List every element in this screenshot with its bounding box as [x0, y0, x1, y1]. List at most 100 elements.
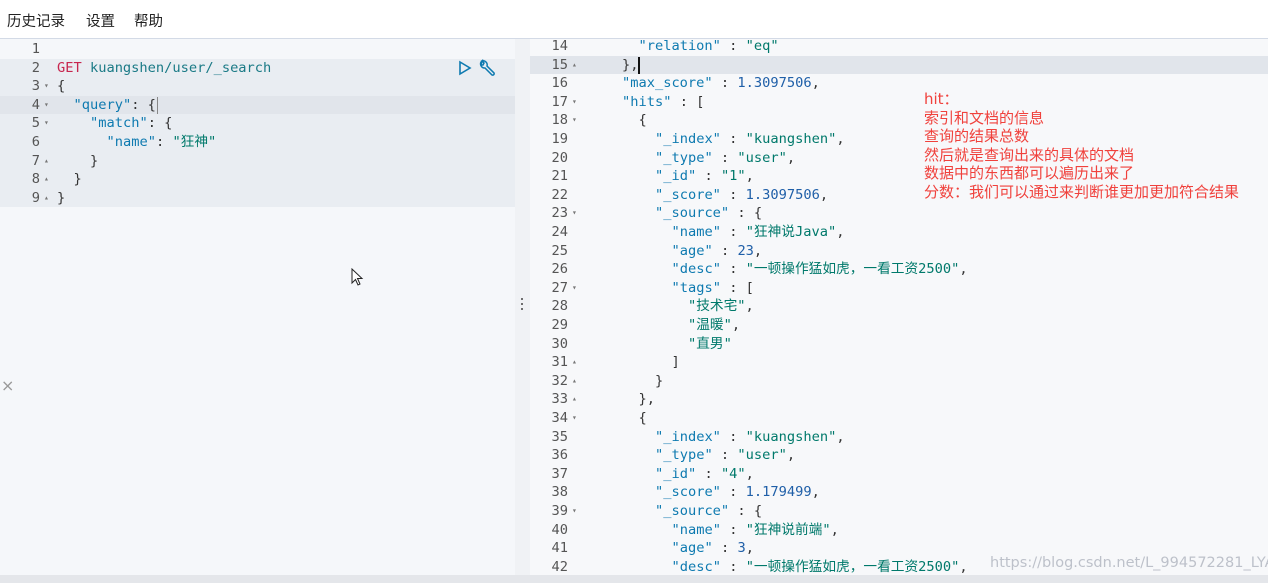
fold-close-icon[interactable]: ▴ — [44, 152, 49, 171]
fold-open-icon[interactable]: ▾ — [572, 502, 577, 521]
line-number: 14 — [551, 39, 568, 54]
line-number: 8 — [31, 171, 40, 188]
code-token: : [ — [720, 279, 754, 296]
annotation-line: 查询的结果总数 — [924, 127, 1030, 146]
code-line[interactable]: 38 "_score" : 1.179499, — [530, 483, 1268, 502]
text-caret — [638, 56, 640, 74]
code-line[interactable]: 14 "relation" : "eq" — [530, 39, 1268, 56]
code-line[interactable]: 28 "技术宅", — [530, 297, 1268, 316]
code-line[interactable]: 26 "desc" : "一顿操作猛如虎，一看工资2500", — [530, 260, 1268, 279]
code-line[interactable]: 36 "_type" : "user", — [530, 446, 1268, 465]
fold-open-icon[interactable]: ▾ — [44, 96, 49, 115]
fold-close-icon[interactable]: ▴ — [44, 170, 49, 189]
fold-close-icon[interactable]: ▴ — [572, 353, 577, 372]
code-text: "age" : 3, — [672, 539, 754, 558]
code-token: "age" — [671, 540, 713, 557]
code-token: : — [720, 224, 746, 240]
code-token: , — [959, 558, 968, 575]
menu-help[interactable]: 帮助 — [134, 10, 163, 31]
code-line[interactable]: 39 ▾ "_source" : { — [530, 502, 1268, 521]
code-line[interactable]: 30 "直男" — [530, 335, 1268, 354]
menu-history[interactable]: 历史记录 — [7, 10, 65, 31]
code-line[interactable]: 34 ▾ { — [530, 409, 1268, 428]
menu-bar: 历史记录 设置 帮助 — [0, 0, 1268, 39]
code-text: }, — [622, 56, 638, 75]
fold-open-icon[interactable]: ▾ — [44, 114, 49, 133]
code-text: "_id" : "4", — [655, 465, 754, 484]
line-number: 19 — [551, 131, 568, 147]
fold-close-icon[interactable]: ▴ — [572, 390, 577, 409]
close-icon[interactable]: × — [1, 376, 14, 395]
code-line[interactable]: 25 "age" : 23, — [530, 242, 1268, 261]
code-token: "name" — [671, 224, 721, 240]
code-line[interactable]: 5 ▾ "match": { — [0, 114, 515, 133]
line-number: 1 — [31, 41, 40, 57]
line-number: 42 — [551, 558, 568, 575]
annotation-line: hit： — [924, 90, 959, 108]
code-line[interactable]: 9 ▴} — [0, 188, 515, 208]
code-line[interactable]: 37 "_id" : "4", — [530, 465, 1268, 484]
code-token: : — [712, 242, 738, 259]
wrench-icon[interactable] — [478, 58, 498, 78]
fold-open-icon[interactable]: ▾ — [572, 409, 577, 428]
fold-close-icon[interactable]: ▴ — [572, 372, 577, 391]
code-text: } — [74, 170, 82, 189]
code-token: , — [959, 261, 968, 278]
fold-close-icon[interactable]: ▴ — [572, 56, 577, 75]
fold-open-icon[interactable]: ▾ — [44, 77, 49, 96]
code-line[interactable]: 35 "_index" : "kuangshen", — [530, 428, 1268, 447]
code-line[interactable]: 27 ▾ "tags" : [ — [530, 279, 1268, 298]
code-token: , — [811, 75, 820, 92]
code-line[interactable]: 32 ▴} — [530, 372, 1268, 391]
code-token: : — [155, 134, 173, 150]
line-number: 18 — [551, 112, 568, 129]
code-line[interactable]: 6 "name": "狂神" — [0, 133, 515, 152]
code-line[interactable]: 4 ▾ "query": { — [0, 95, 515, 115]
code-line[interactable]: 29 "温暖", — [530, 316, 1268, 335]
code-token: "desc" — [671, 261, 721, 278]
line-number: 24 — [551, 224, 568, 240]
code-text: "desc" : "一顿操作猛如虎，一看工资2500", — [672, 558, 968, 575]
line-number: 16 — [551, 75, 568, 92]
watermark: https://blog.csdn.net/L_994572281_LYA — [990, 555, 1268, 571]
code-token: "max_score" — [622, 75, 713, 92]
code-text: "_score" : 1.179499, — [655, 483, 820, 502]
line-number: 15 — [551, 56, 568, 73]
line-number: 25 — [551, 242, 568, 259]
code-line[interactable]: 7 ▴} — [0, 151, 515, 171]
request-editor[interactable]: 1 2 GET kuangshen/user/_search 3 ▾{4 ▾ "query"… — [0, 39, 515, 575]
code-text: "relation" : "eq" — [639, 39, 779, 56]
code-line[interactable]: 15 ▴}, — [530, 55, 1268, 75]
code-token: : { — [147, 115, 173, 132]
code-token: , — [811, 484, 820, 501]
code-token: : { — [131, 96, 156, 113]
code-line[interactable]: 33 ▴}, — [530, 390, 1268, 409]
fold-open-icon[interactable]: ▾ — [572, 204, 577, 223]
code-text: "技术宅", — [688, 297, 754, 316]
code-line[interactable]: 31 ▴] — [530, 353, 1268, 372]
menu-settings[interactable]: 设置 — [86, 10, 115, 31]
pane-resizer[interactable] — [515, 39, 530, 575]
code-line[interactable]: 8 ▴} — [0, 170, 515, 189]
code-text: "match": { — [90, 114, 172, 133]
code-token: "desc" — [671, 558, 721, 575]
code-text: { — [639, 111, 647, 130]
line-number: 35 — [551, 428, 568, 445]
code-text: "max_score" : 1.3097506, — [622, 74, 820, 93]
fold-open-icon[interactable]: ▾ — [572, 111, 577, 130]
line-number: 9 — [31, 189, 40, 206]
fold-close-icon[interactable]: ▴ — [44, 189, 49, 208]
code-text: } — [655, 372, 663, 391]
code-line[interactable]: 23 ▾ "_source" : { — [530, 204, 1268, 223]
code-line[interactable]: 1 — [0, 40, 515, 59]
code-token: : — [720, 484, 746, 501]
code-token: : — [720, 131, 746, 147]
fold-open-icon[interactable]: ▾ — [572, 93, 577, 112]
play-icon[interactable] — [458, 60, 472, 76]
code-line[interactable]: 40 "name" : "狂神说前端", — [530, 521, 1268, 540]
code-line[interactable]: 3 ▾ { — [0, 77, 515, 96]
code-token: : — [720, 558, 746, 575]
fold-open-icon[interactable]: ▾ — [572, 279, 577, 298]
code-line[interactable]: 24 "name" : "狂神说Java", — [530, 223, 1268, 242]
code-line[interactable]: 2 GET kuangshen/user/_search — [0, 58, 515, 78]
